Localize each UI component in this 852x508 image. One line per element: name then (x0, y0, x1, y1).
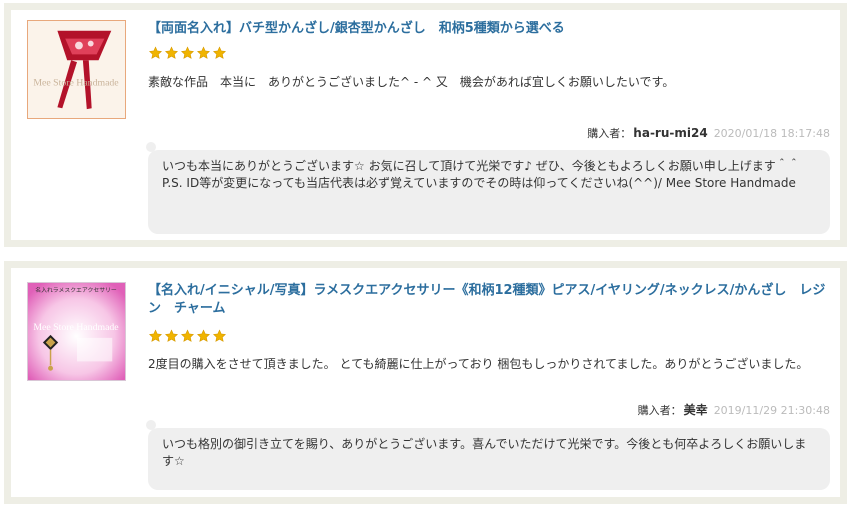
star-icon (181, 46, 194, 59)
review-card: Mee Store Handmade 【両面名入れ】バチ型かんざし/銀杏型かんざ… (4, 3, 847, 247)
kanzashi-image: Mee Store Handmade (28, 21, 125, 118)
buyer-name: ha-ru-mi24 (633, 126, 708, 140)
review-date: 2020/01/18 18:17:48 (713, 127, 830, 140)
star-icon (149, 46, 162, 59)
accessory-image: 名入れラメスクエアクセサリー Mee Store Handmade (28, 283, 125, 380)
review-card: 名入れラメスクエアクセサリー Mee Store Handmade 【名入れ/イ… (4, 261, 847, 504)
product-title-link[interactable]: 【両面名入れ】バチ型かんざし/銀杏型かんざし 和柄5種類から選べる (148, 20, 828, 38)
star-icon (165, 46, 178, 59)
shop-reply-text: いつも格別の御引き立てを賜り、ありがとうございます。喜んでいただけて光栄です。今… (162, 437, 807, 468)
shop-reply-text: いつも本当にありがとうございます☆ お気に召して頂けて光栄です♪ ぜひ、今後とも… (162, 159, 800, 190)
buyer-label: 購入者： (637, 404, 682, 417)
star-icon (197, 329, 210, 342)
review-body: 2度目の購入をさせて頂きました。 とても綺麗に仕上がっており 梱包もしっかりされ… (148, 357, 809, 371)
review-date: 2019/11/29 21:30:48 (713, 404, 830, 417)
star-icon (165, 329, 178, 342)
buyer-name: 美幸 (683, 403, 708, 417)
star-icon (213, 46, 226, 59)
watermark-caption: Mee Store Handmade (33, 78, 118, 89)
star-icon (149, 329, 162, 342)
review-body: 素敵な作品 本当に ありがとうございました^ - ^ 又 機会があれば宜しくお願… (148, 75, 675, 89)
star-rating (148, 46, 228, 62)
star-rating (148, 329, 228, 345)
product-thumbnail[interactable]: Mee Store Handmade (27, 20, 126, 119)
product-thumbnail[interactable]: 名入れラメスクエアクセサリー Mee Store Handmade (27, 282, 126, 381)
shop-reply: いつも格別の御引き立てを賜り、ありがとうございます。喜んでいただけて光栄です。今… (146, 420, 830, 490)
star-icon (213, 329, 226, 342)
product-title-link[interactable]: 【名入れ/イニシャル/写真】ラメスクエアクセサリー《和柄12種類》ピアス/イヤリ… (148, 282, 828, 318)
star-icon (197, 46, 210, 59)
watermark-caption: Mee Store Handmade (33, 322, 118, 333)
buyer-info: 購入者： ha-ru-mi24 2020/01/18 18:17:48 (587, 125, 830, 141)
star-icon (181, 329, 194, 342)
shop-reply: いつも本当にありがとうございます☆ お気に召して頂けて光栄です♪ ぜひ、今後とも… (146, 142, 830, 234)
image-banner: 名入れラメスクエアクセサリー (35, 286, 117, 294)
buyer-info: 購入者： 美幸 2019/11/29 21:30:48 (638, 401, 830, 418)
buyer-label: 購入者： (587, 127, 632, 140)
